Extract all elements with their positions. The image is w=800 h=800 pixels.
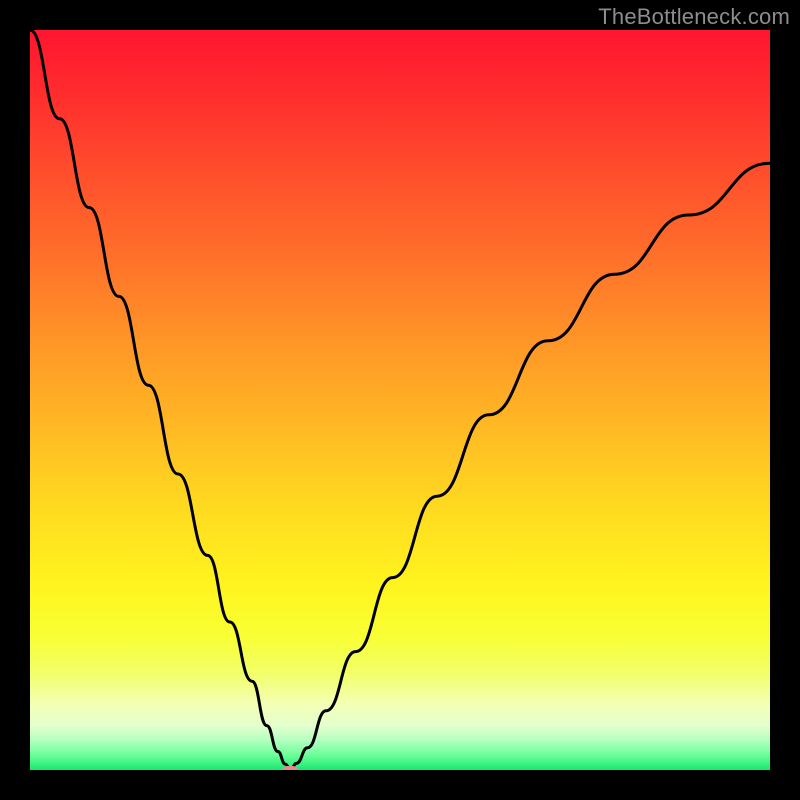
curve-left-arm	[30, 30, 290, 770]
bottleneck-curve	[30, 30, 770, 770]
chart-frame: TheBottleneck.com	[0, 0, 800, 800]
curve-right-arm	[290, 163, 770, 770]
optimum-marker	[282, 766, 298, 770]
plot-area	[30, 30, 770, 770]
watermark-text: TheBottleneck.com	[598, 4, 790, 30]
